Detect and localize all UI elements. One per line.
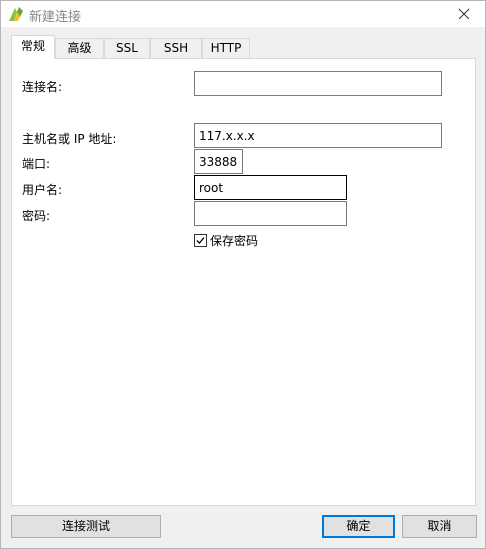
test-connection-button[interactable]: 连接测试 bbox=[11, 515, 161, 538]
port-label: 端口: bbox=[22, 157, 51, 171]
new-connection-dialog: 新建连接 常规 高级 SSL SSH HTTP 连接名: 主机名或 IP 地址:… bbox=[0, 0, 486, 549]
port-input[interactable] bbox=[194, 149, 243, 174]
tab-ssh[interactable]: SSH bbox=[150, 38, 202, 58]
checkmark-icon bbox=[196, 237, 205, 244]
save-password-checkbox-box[interactable] bbox=[194, 234, 207, 247]
cancel-button[interactable]: 取消 bbox=[402, 515, 477, 538]
username-input[interactable] bbox=[194, 175, 347, 200]
connection-name-input[interactable] bbox=[194, 71, 442, 96]
password-input[interactable] bbox=[194, 201, 347, 226]
close-icon bbox=[458, 8, 470, 20]
general-tab-panel: 连接名: 主机名或 IP 地址: 端口: 用户名: 密码: 保存密码 bbox=[11, 58, 476, 506]
tab-advanced[interactable]: 高级 bbox=[55, 38, 104, 58]
password-label: 密码: bbox=[22, 209, 51, 223]
close-button[interactable] bbox=[449, 3, 479, 25]
app-icon bbox=[7, 5, 25, 23]
title-bar: 新建连接 bbox=[1, 1, 485, 27]
save-password-label: 保存密码 bbox=[210, 234, 259, 248]
tab-http[interactable]: HTTP bbox=[202, 38, 250, 58]
host-label: 主机名或 IP 地址: bbox=[22, 132, 117, 146]
connection-name-label: 连接名: bbox=[22, 80, 63, 94]
username-label: 用户名: bbox=[22, 183, 63, 197]
ok-button[interactable]: 确定 bbox=[322, 515, 395, 538]
tab-general[interactable]: 常规 bbox=[11, 35, 55, 59]
save-password-checkbox[interactable]: 保存密码 bbox=[194, 232, 258, 249]
host-input[interactable] bbox=[194, 123, 442, 148]
tab-ssl[interactable]: SSL bbox=[104, 38, 150, 58]
window-title: 新建连接 bbox=[29, 10, 82, 25]
